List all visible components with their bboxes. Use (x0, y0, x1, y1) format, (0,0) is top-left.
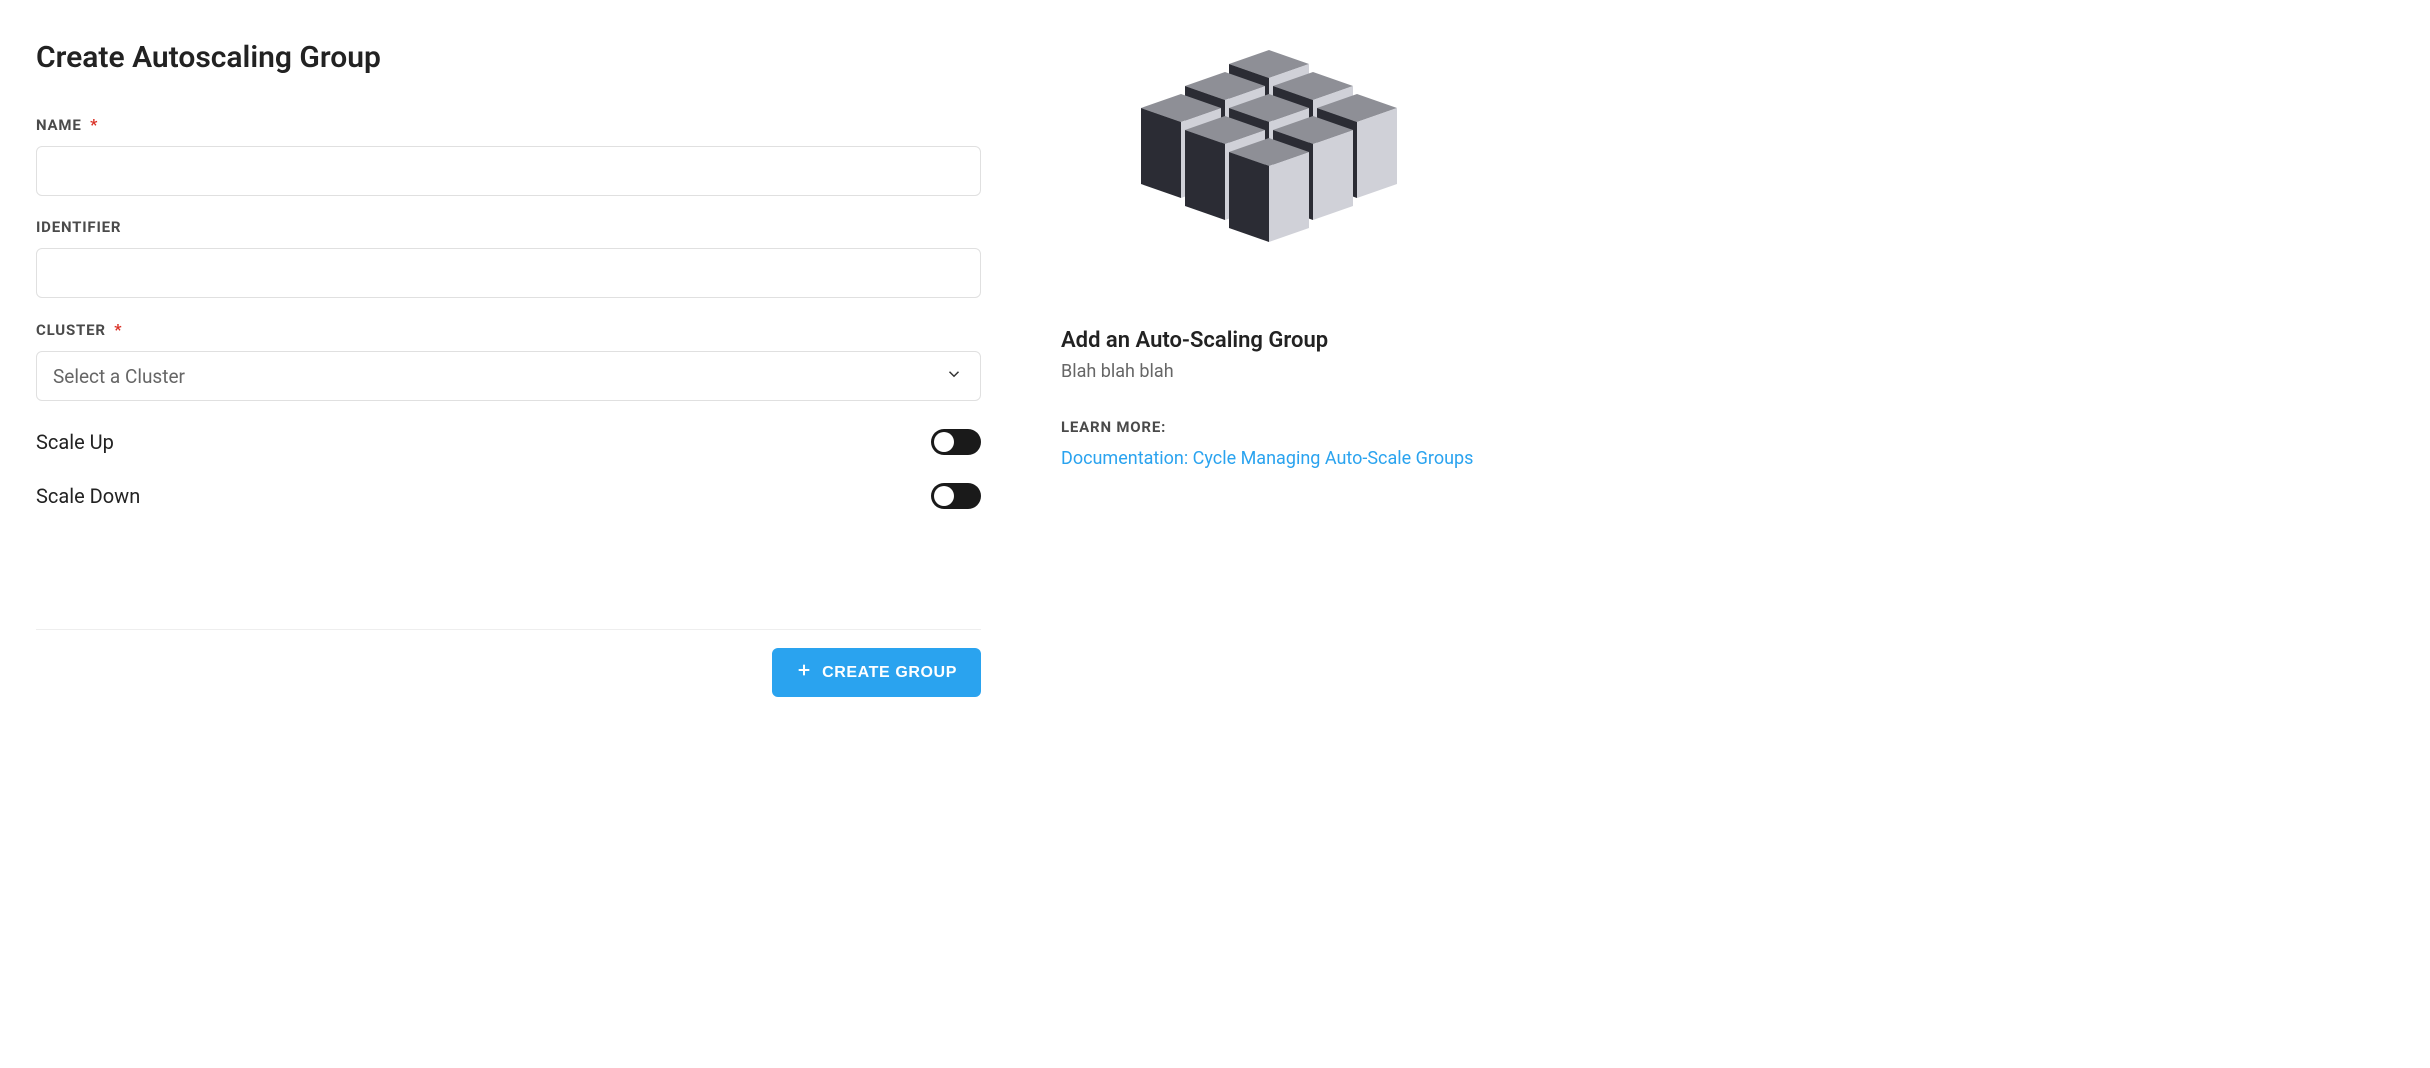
server-cluster-icon (1141, 40, 1401, 300)
create-button-label: CREATE GROUP (822, 664, 957, 682)
name-field-group: NAME * (36, 115, 981, 196)
scale-up-toggle[interactable] (931, 429, 981, 455)
toggle-knob (934, 486, 954, 506)
cluster-field-group: CLUSTER * Select a Cluster (36, 320, 981, 401)
required-asterisk-icon: * (90, 115, 98, 134)
scale-up-label: Scale Up (36, 430, 114, 454)
aside-description: Blah blah blah (1061, 361, 1481, 382)
scale-down-toggle[interactable] (931, 483, 981, 509)
servers-illustration (1061, 40, 1481, 300)
create-group-button[interactable]: CREATE GROUP (772, 648, 981, 697)
cluster-select-placeholder: Select a Cluster (53, 365, 185, 388)
required-asterisk-icon: * (114, 320, 122, 339)
plus-icon (796, 662, 812, 683)
learn-more-label: LEARN MORE: (1061, 418, 1481, 436)
toggle-knob (934, 432, 954, 452)
cluster-select-wrapper: Select a Cluster (36, 351, 981, 401)
aside-title: Add an Auto-Scaling Group (1061, 328, 1481, 353)
page-title: Create Autoscaling Group (36, 40, 981, 75)
name-label: NAME * (36, 115, 981, 134)
identifier-input[interactable] (36, 248, 981, 298)
form-column: Create Autoscaling Group NAME * IDENTIFI… (36, 40, 981, 697)
aside-column: Add an Auto-Scaling Group Blah blah blah… (1061, 40, 1481, 697)
scale-up-row: Scale Up (36, 429, 981, 455)
name-input[interactable] (36, 146, 981, 196)
cluster-label: CLUSTER * (36, 320, 981, 339)
name-label-text: NAME (36, 116, 82, 134)
cluster-label-text: CLUSTER (36, 321, 106, 339)
identifier-label: IDENTIFIER (36, 218, 981, 236)
identifier-field-group: IDENTIFIER (36, 218, 981, 298)
actions-row: CREATE GROUP (36, 648, 981, 697)
scale-down-label: Scale Down (36, 484, 140, 508)
documentation-link[interactable]: Documentation: Cycle Managing Auto-Scale… (1061, 448, 1473, 469)
divider (36, 629, 981, 630)
scale-down-row: Scale Down (36, 483, 981, 509)
identifier-label-text: IDENTIFIER (36, 218, 121, 236)
cluster-select[interactable]: Select a Cluster (36, 351, 981, 401)
